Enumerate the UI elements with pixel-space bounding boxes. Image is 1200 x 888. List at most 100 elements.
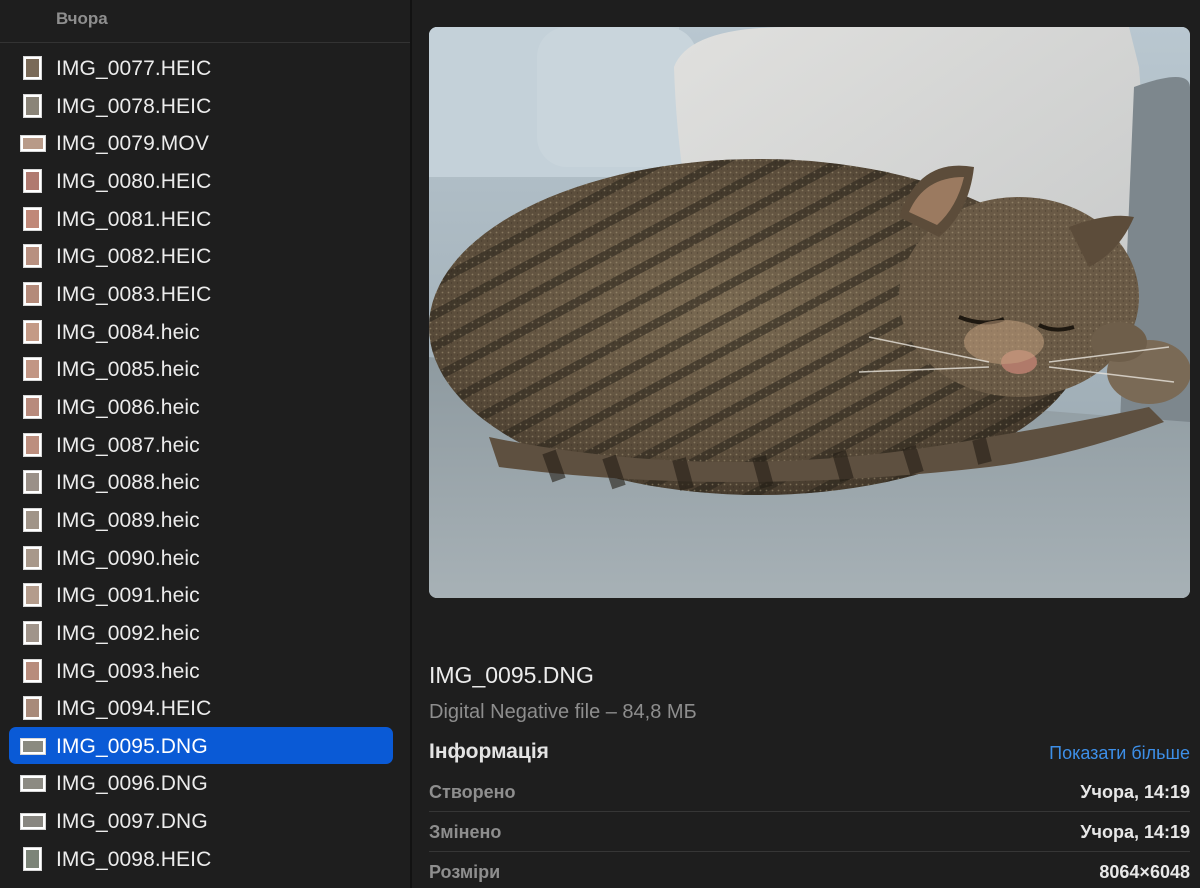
file-row[interactable]: IMG_0092.heic bbox=[0, 614, 410, 652]
file-row[interactable]: IMG_0095.DNG bbox=[0, 726, 410, 765]
thumbnail-preview bbox=[26, 510, 39, 529]
info-row-dimensions: Розміри 8064×6048 bbox=[429, 852, 1190, 888]
file-row[interactable]: IMG_0078.HEIC bbox=[0, 87, 410, 125]
file-row[interactable]: IMG_0091.heic bbox=[0, 576, 410, 614]
file-name-label: IMG_0084.heic bbox=[56, 320, 200, 344]
finder-window: Вчора IMG_0077.HEIC IMG_0078.HEIC IMG_0079… bbox=[0, 0, 1200, 888]
thumbnail-preview bbox=[26, 247, 39, 266]
file-name-label: IMG_0083.HEIC bbox=[56, 282, 212, 306]
file-name-label: IMG_0080.HEIC bbox=[56, 169, 212, 193]
file-name-label: IMG_0078.HEIC bbox=[56, 94, 212, 118]
thumbnail-preview bbox=[26, 171, 39, 190]
image-thumbnail-icon bbox=[23, 357, 42, 382]
image-thumbnail-icon bbox=[23, 583, 42, 608]
image-thumbnail-icon bbox=[23, 56, 42, 80]
preview-image bbox=[429, 27, 1190, 598]
image-thumbnail-icon bbox=[20, 813, 46, 831]
thumbnail-preview bbox=[26, 849, 39, 868]
file-list[interactable]: Вчора IMG_0077.HEIC IMG_0078.HEIC IMG_0079… bbox=[0, 0, 410, 888]
preview-file-kind: Digital Negative file – 84,8 МБ bbox=[429, 701, 697, 723]
thumbnail-preview bbox=[26, 360, 39, 379]
thumbnail-preview bbox=[26, 473, 39, 492]
file-name-label: IMG_0098.HEIC bbox=[56, 847, 212, 871]
file-row[interactable]: IMG_0096.DNG bbox=[0, 764, 410, 802]
file-row[interactable]: IMG_0077.HEIC bbox=[0, 49, 410, 87]
thumbnail-preview bbox=[26, 699, 39, 718]
image-thumbnail-icon bbox=[23, 93, 42, 118]
file-row[interactable]: IMG_0084.heic bbox=[0, 313, 410, 351]
video-thumbnail-icon bbox=[20, 135, 46, 153]
file-row[interactable]: IMG_0085.heic bbox=[0, 350, 410, 388]
file-name-label: IMG_0092.heic bbox=[56, 621, 200, 645]
thumbnail-preview bbox=[26, 661, 39, 680]
image-thumbnail-icon bbox=[23, 394, 42, 419]
thumbnail-preview bbox=[23, 816, 43, 828]
file-row[interactable]: IMG_0088.heic bbox=[0, 463, 410, 501]
file-row[interactable]: IMG_0083.HEIC bbox=[0, 275, 410, 313]
file-name-label: IMG_0079.MOV bbox=[56, 132, 209, 156]
file-name-label: IMG_0093.heic bbox=[56, 659, 200, 683]
file-row[interactable]: IMG_0093.heic bbox=[0, 652, 410, 690]
preview-file-name: IMG_0095.DNG bbox=[429, 662, 594, 688]
thumbnail-preview bbox=[26, 586, 39, 605]
image-thumbnail-icon bbox=[20, 775, 46, 793]
image-thumbnail-icon bbox=[23, 507, 42, 532]
info-key: Розміри bbox=[429, 862, 501, 882]
image-thumbnail-icon bbox=[23, 432, 42, 457]
thumbnail-preview bbox=[26, 209, 39, 228]
info-key: Створено bbox=[429, 782, 516, 802]
file-row[interactable]: IMG_0086.heic bbox=[0, 388, 410, 426]
thumbnail-preview bbox=[26, 284, 39, 303]
file-name-label: IMG_0091.heic bbox=[56, 584, 200, 608]
file-row[interactable]: IMG_0087.heic bbox=[0, 426, 410, 464]
info-section-title: Інформація bbox=[429, 740, 549, 763]
info-row-modified: Змінено Учора, 14:19 bbox=[429, 812, 1190, 852]
file-row[interactable]: IMG_0079.MOV bbox=[0, 124, 410, 162]
info-value: Учора, 14:19 bbox=[1080, 782, 1190, 802]
file-row[interactable]: IMG_0081.HEIC bbox=[0, 200, 410, 238]
image-thumbnail-icon bbox=[23, 846, 42, 871]
file-name-label: IMG_0085.heic bbox=[56, 358, 200, 382]
image-thumbnail-icon bbox=[23, 281, 42, 306]
file-name-label: IMG_0097.DNG bbox=[56, 810, 208, 834]
file-row[interactable]: IMG_0089.heic bbox=[0, 501, 410, 539]
thumbnail-preview bbox=[26, 435, 39, 454]
info-value: Учора, 14:19 bbox=[1080, 822, 1190, 842]
info-key: Змінено bbox=[429, 822, 502, 842]
thumbnail-preview bbox=[26, 322, 39, 341]
file-name-label: IMG_0089.heic bbox=[56, 508, 200, 532]
file-row[interactable]: IMG_0090.heic bbox=[0, 539, 410, 577]
file-name-label: IMG_0077.HEIC bbox=[56, 57, 212, 80]
thumbnail-preview bbox=[26, 397, 39, 416]
image-thumbnail-icon bbox=[23, 545, 42, 570]
thumbnail-preview bbox=[26, 623, 39, 642]
file-row[interactable]: IMG_0098.HEIC bbox=[0, 840, 410, 878]
file-rows: IMG_0077.HEIC IMG_0078.HEIC IMG_0079.MOV IM… bbox=[0, 49, 410, 877]
file-name-label: IMG_0082.HEIC bbox=[56, 245, 212, 269]
thumbnail-preview bbox=[26, 548, 39, 567]
file-row[interactable]: IMG_0094.HEIC bbox=[0, 689, 410, 727]
file-row[interactable]: IMG_0080.HEIC bbox=[0, 162, 410, 200]
file-row[interactable]: IMG_0082.HEIC bbox=[0, 237, 410, 275]
file-name-label: IMG_0081.HEIC bbox=[56, 207, 212, 231]
file-name-label: IMG_0090.heic bbox=[56, 546, 200, 570]
file-name-label: IMG_0096.DNG bbox=[56, 772, 208, 796]
image-thumbnail-icon bbox=[23, 658, 42, 683]
image-thumbnail-icon bbox=[23, 470, 42, 495]
file-name-label: IMG_0086.heic bbox=[56, 395, 200, 419]
file-name-label: IMG_0088.heic bbox=[56, 471, 200, 495]
image-thumbnail-icon bbox=[23, 244, 42, 269]
file-name-label: IMG_0087.heic bbox=[56, 433, 200, 457]
thumbnail-preview bbox=[26, 59, 39, 77]
image-thumbnail-icon bbox=[23, 620, 42, 645]
file-name-label: IMG_0094.HEIC bbox=[56, 697, 212, 721]
preview-panel: IMG_0095.DNG Digital Negative file – 84,… bbox=[412, 0, 1200, 888]
date-section-header: Вчора bbox=[56, 9, 108, 28]
cat-photo-illustration bbox=[429, 27, 1190, 598]
info-value: 8064×6048 bbox=[1099, 862, 1190, 882]
image-thumbnail-icon bbox=[23, 206, 42, 231]
header-divider bbox=[0, 42, 410, 43]
thumbnail-preview bbox=[23, 138, 43, 150]
file-row[interactable]: IMG_0097.DNG bbox=[0, 802, 410, 840]
show-more-link[interactable]: Показати більше bbox=[1049, 743, 1190, 764]
